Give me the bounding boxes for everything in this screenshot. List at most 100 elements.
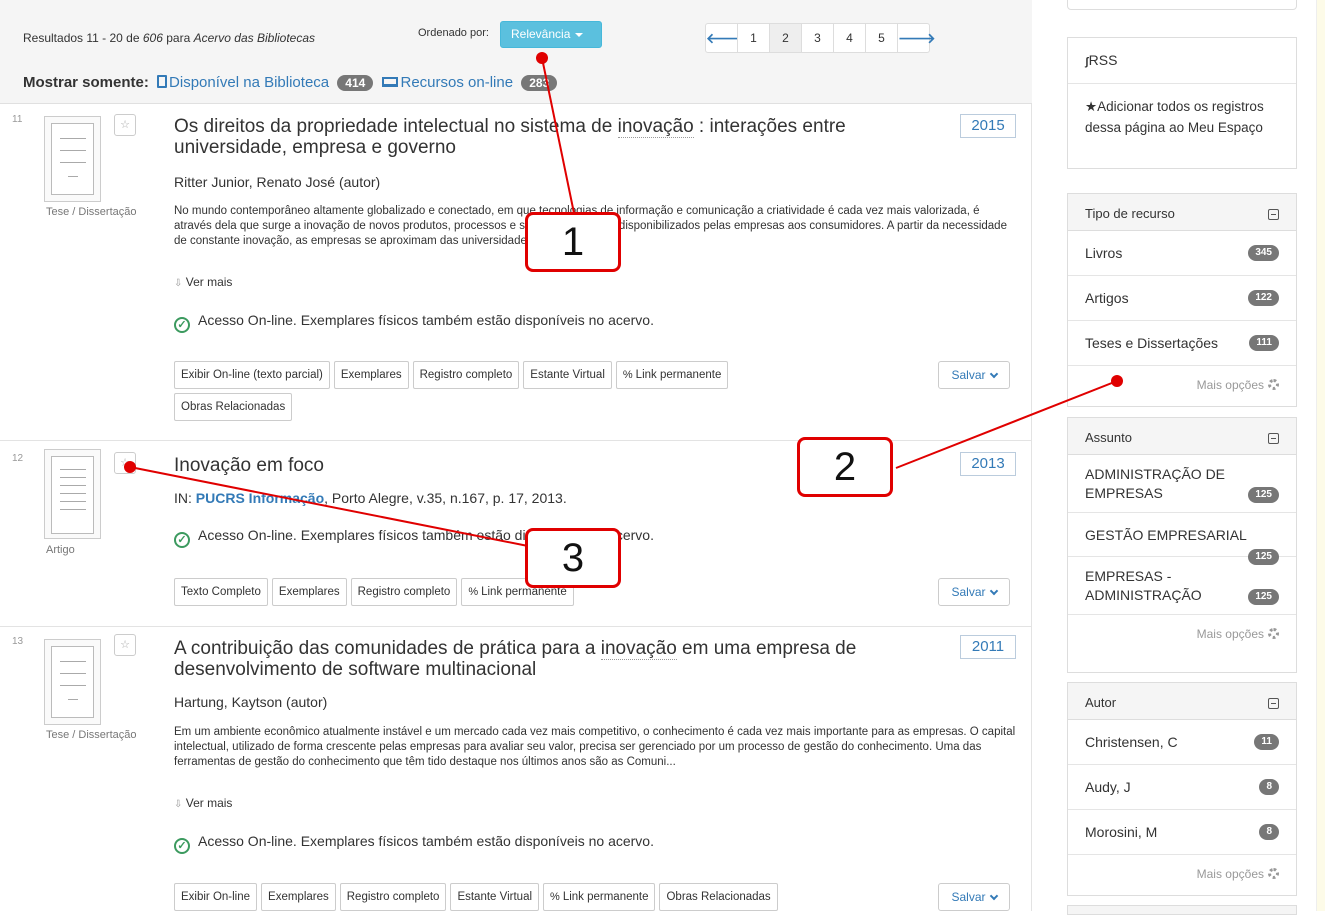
see-more-label: Ver mais [185,796,233,810]
star-icon[interactable]: ☆ [114,114,136,136]
year-badge: 2011 [960,635,1016,659]
pagination: 🡐 1 2 3 4 5 🡒 [705,23,936,53]
results-count: Resultados 11 - 20 de 606 para Acervo da… [23,31,315,45]
filter-library-link[interactable]: Disponível na Biblioteca [157,74,329,91]
facet-item[interactable]: Morosini, M 8 [1068,810,1296,855]
thesis-cover-icon[interactable] [44,116,101,202]
facet-item[interactable]: Audy, J 8 [1068,765,1296,810]
online-access-status: ✓ Acesso On-line. Exemplares físicos tamb… [174,833,654,854]
title-highlight: inovação [617,116,694,138]
callout-3: 3 [525,528,621,588]
copies-button[interactable]: Exemplares [333,361,409,389]
facet-header[interactable]: Assunto [1068,418,1296,455]
record-author-link[interactable]: Hartung, Kaytson (autor) [174,694,327,710]
facet-label: Audy, J [1085,779,1131,795]
more-options-link[interactable]: Mais opções [1068,366,1296,406]
chevron-down-icon [989,369,998,379]
filter-library-label: Disponível na Biblioteca [169,74,330,91]
callout-3-dot [124,461,136,473]
chevron-down-icon [989,586,998,596]
facet-subject: Assunto ADMINISTRAÇÃO DE EMPRESAS 125 GES… [1067,417,1297,673]
collapse-icon[interactable] [1268,209,1279,220]
filter-online-count: 283 [521,75,558,91]
facet-label: Teses e Dissertações [1085,335,1219,351]
facet-header[interactable]: Tipo de recurso [1068,194,1296,231]
results-for: para [166,31,191,45]
rss-link[interactable]: ʃRSS [1068,38,1296,84]
full-text-button[interactable]: Texto Completo [174,578,268,606]
permalink-button[interactable]: % Link permanente [615,361,729,389]
facet-item[interactable]: Artigos 122 [1068,276,1296,321]
full-record-button[interactable]: Registro completo [339,883,447,911]
save-dropdown-button[interactable]: Salvar [938,361,1010,389]
facet-item[interactable]: EMPRESAS - ADMINISTRAÇÃO 125 [1068,557,1296,615]
add-all-to-my-space-link[interactable]: ★Adicionar todos os registros dessa pági… [1068,84,1296,138]
more-options-link[interactable]: Mais opções [1068,855,1296,895]
record-type: Artigo [46,544,75,556]
rss-label: RSS [1088,52,1118,68]
year-badge: 2015 [960,114,1016,138]
see-more-link[interactable]: ⇩ Ver mais [174,796,232,810]
filter-online-link[interactable]: Recursos on-line [381,74,513,91]
related-works-button[interactable]: Obras Relacionadas [659,883,778,911]
view-online-button[interactable]: Exibir On-line (texto parcial) [174,361,330,389]
source-link[interactable]: PUCRS Informação [196,490,324,506]
facet-next-panel [1067,905,1297,915]
page-4[interactable]: 4 [833,23,866,53]
virtual-shelf-button[interactable]: Estante Virtual [450,883,540,911]
facet-label: EMPRESAS - ADMINISTRAÇÃO [1085,568,1202,603]
caret-down-icon [575,32,584,37]
record-author-link[interactable]: Ritter Junior, Renato José (autor) [174,174,380,190]
facet-count: 122 [1248,290,1279,306]
permalink-label: Link permanente [562,891,649,903]
source-details: , Porto Alegre, v.35, n.167, p. 17, 2013… [324,490,567,506]
arrow-down-icon: ⇩ [174,799,183,810]
facet-header[interactable]: Autor [1068,683,1296,720]
collapse-icon[interactable] [1268,433,1279,444]
permalink-button[interactable]: % Link permanente [543,883,656,911]
save-label: Salvar [951,890,986,904]
record-type: Tese / Dissertação [46,206,137,218]
related-works-button[interactable]: Obras Relacionadas [174,393,293,421]
copies-button[interactable]: Exemplares [271,578,347,606]
facet-item[interactable]: ADMINISTRAÇÃO DE EMPRESAS 125 [1068,455,1296,513]
year-badge: 2013 [960,452,1016,476]
more-options-label: Mais opções [1196,867,1264,881]
collapse-icon[interactable] [1268,698,1279,709]
facet-label: Christensen, C [1085,734,1178,750]
full-record-button[interactable]: Registro completo [412,361,520,389]
virtual-shelf-button[interactable]: Estante Virtual [523,361,612,389]
show-only-filters: Mostrar somente: Disponível na Bibliotec… [23,74,558,91]
record-number: 11 [12,114,23,125]
see-more-link[interactable]: ⇩ Ver mais [174,275,232,289]
article-cover-icon[interactable] [44,449,101,539]
page-5[interactable]: 5 [865,23,898,53]
copies-button[interactable]: Exemplares [261,883,336,911]
full-record-button[interactable]: Registro completo [350,578,458,606]
page-1[interactable]: 1 [737,23,770,53]
facet-title: Autor [1085,695,1117,710]
check-circle-icon: ✓ [174,838,190,854]
record-title-link[interactable]: A contribuição das comunidades de prátic… [174,638,934,680]
facet-item[interactable]: Teses e Dissertações 111 [1068,321,1296,366]
star-icon[interactable]: ☆ [114,634,136,656]
save-dropdown-button[interactable]: Salvar [938,883,1010,911]
thesis-cover-icon[interactable] [44,639,101,725]
page-3[interactable]: 3 [801,23,834,53]
show-only-label: Mostrar somente: [23,74,149,91]
record-number: 12 [12,453,24,464]
save-label: Salvar [951,368,986,382]
page-2[interactable]: 2 [769,23,802,53]
facet-item[interactable]: GESTÃO EMPRESARIAL 125 [1068,513,1296,565]
facet-resource-type: Tipo de recurso Livros 345 Artigos 122 Tes… [1067,193,1297,407]
facet-item[interactable]: Christensen, C 11 [1068,720,1296,765]
facet-count: 345 [1248,245,1279,261]
save-dropdown-button[interactable]: Salvar [938,578,1010,606]
more-options-link[interactable]: Mais opções [1068,615,1296,655]
record-title-link[interactable]: Os direitos da propriedade intelectual n… [174,116,934,158]
view-online-button[interactable]: Exibir On-line [174,883,258,911]
sort-dropdown-button[interactable]: Relevância [500,21,602,48]
facet-item[interactable]: Livros 345 [1068,231,1296,276]
arrow-right-icon[interactable]: 🡒 [897,23,936,53]
arrow-left-icon[interactable]: 🡐 [705,23,744,53]
